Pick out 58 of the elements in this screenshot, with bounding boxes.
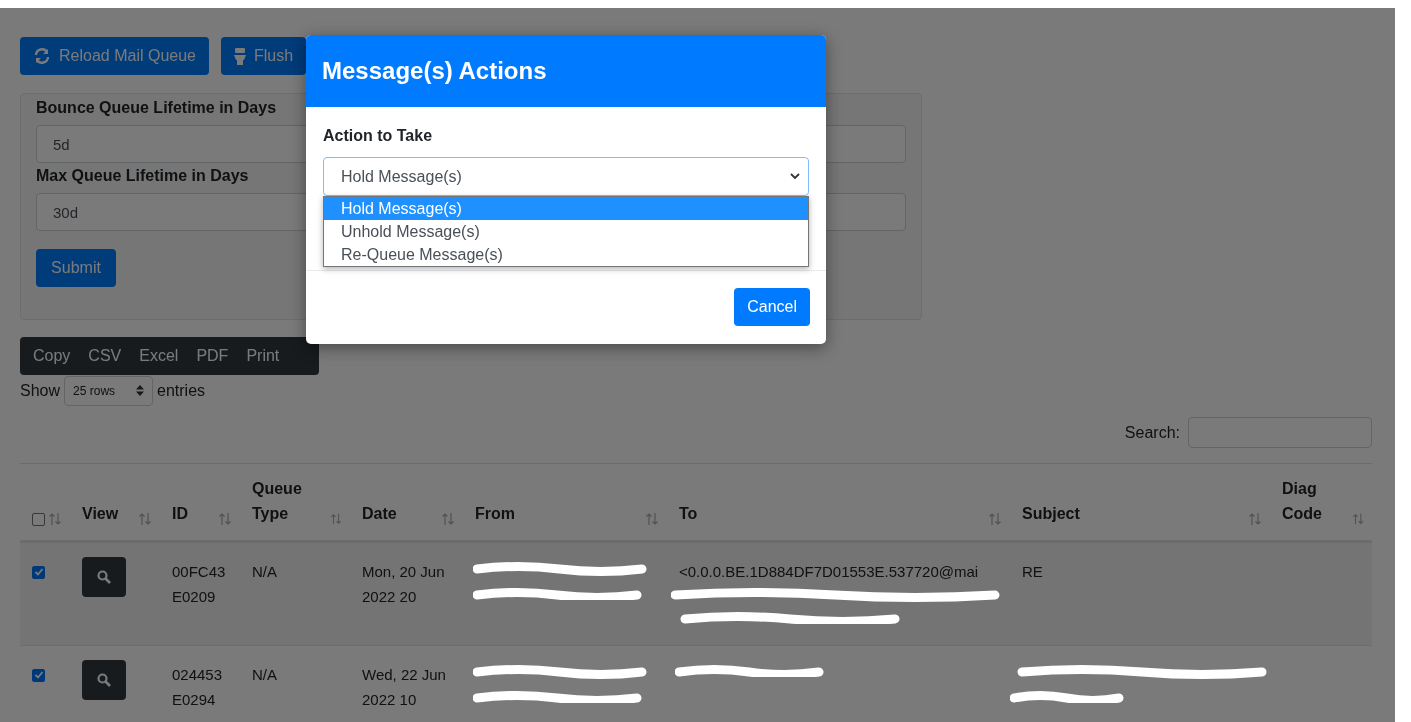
table-cell: RE	[1022, 563, 1043, 580]
toilet-icon	[233, 47, 246, 65]
column-header[interactable]: From	[475, 501, 515, 526]
chevron-down-icon	[790, 173, 800, 180]
view-button[interactable]	[82, 557, 126, 597]
updown-icon	[136, 385, 145, 396]
field-label: Action to Take	[323, 126, 433, 146]
column-header[interactable]: Subject	[1022, 501, 1080, 526]
toolbar-button[interactable]: Reload Mail Queue	[20, 37, 209, 75]
length-label: Show	[20, 381, 61, 400]
search-icon	[97, 673, 111, 687]
sort-icon	[138, 512, 152, 526]
toolbar-button[interactable]: Flush	[220, 37, 307, 75]
table-cell: 00FC43E0209	[172, 563, 226, 605]
checkbox[interactable]	[32, 668, 45, 682]
reload-icon	[33, 48, 51, 64]
dropdown-option[interactable]: Re-Queue Message(s)	[324, 243, 808, 266]
search-label: Search:	[1124, 423, 1180, 442]
view-button[interactable]	[82, 660, 126, 700]
export-button[interactable]: CSV	[79, 347, 131, 365]
sort-icon	[988, 512, 1002, 526]
column-header[interactable]: ID	[172, 501, 188, 526]
field-label: Bounce Queue Lifetime in Days	[36, 98, 277, 118]
dropdown-option[interactable]: Hold Message(s)	[324, 197, 808, 220]
length-label: entries	[157, 381, 206, 400]
field-label: Max Queue Lifetime in Days	[36, 166, 249, 186]
column-header[interactable]: Date	[362, 501, 397, 526]
dialog-title: Message(s) Actions	[306, 35, 826, 107]
sort-icon	[645, 512, 659, 526]
table-cell: N/A	[252, 563, 277, 580]
table-cell: N/A	[252, 666, 277, 683]
sort-icon	[441, 512, 455, 526]
export-button[interactable]: PDF	[187, 347, 238, 365]
cancel-button[interactable]: Cancel	[734, 288, 810, 326]
sort-icon	[329, 512, 342, 526]
sort-icon	[48, 512, 62, 526]
search-field[interactable]	[1188, 417, 1372, 448]
export-button[interactable]: Copy	[24, 347, 80, 365]
sort-icon	[1248, 512, 1262, 526]
column-header[interactable]: View	[82, 501, 119, 526]
sort-icon	[1351, 512, 1364, 526]
action-select[interactable]: Hold Message(s)	[323, 157, 809, 196]
dropdown-option[interactable]: Unhold Message(s)	[324, 220, 808, 243]
rows-select[interactable]: 25 rows	[64, 375, 154, 406]
sort-icon	[218, 512, 232, 526]
table-cell: <0.0.0.BE.1D884DF7D01553E.537720@mai	[679, 563, 979, 580]
checkbox[interactable]	[32, 513, 45, 526]
export-button[interactable]: Excel	[130, 347, 188, 365]
column-header[interactable]: To	[679, 501, 698, 526]
submit-button[interactable]: Submit	[36, 249, 116, 287]
checkbox[interactable]	[32, 565, 45, 579]
table-cell: Wed, 22 Jun 2022 10	[362, 666, 446, 708]
search-icon	[97, 570, 111, 584]
table-cell: Mon, 20 Jun 2022 20	[362, 563, 445, 605]
column-header[interactable]: Diag Code	[1282, 476, 1352, 526]
column-header[interactable]: Queue Type	[252, 476, 330, 526]
table-cell: 024453E0294	[172, 666, 223, 708]
export-button[interactable]: Print	[237, 347, 289, 365]
